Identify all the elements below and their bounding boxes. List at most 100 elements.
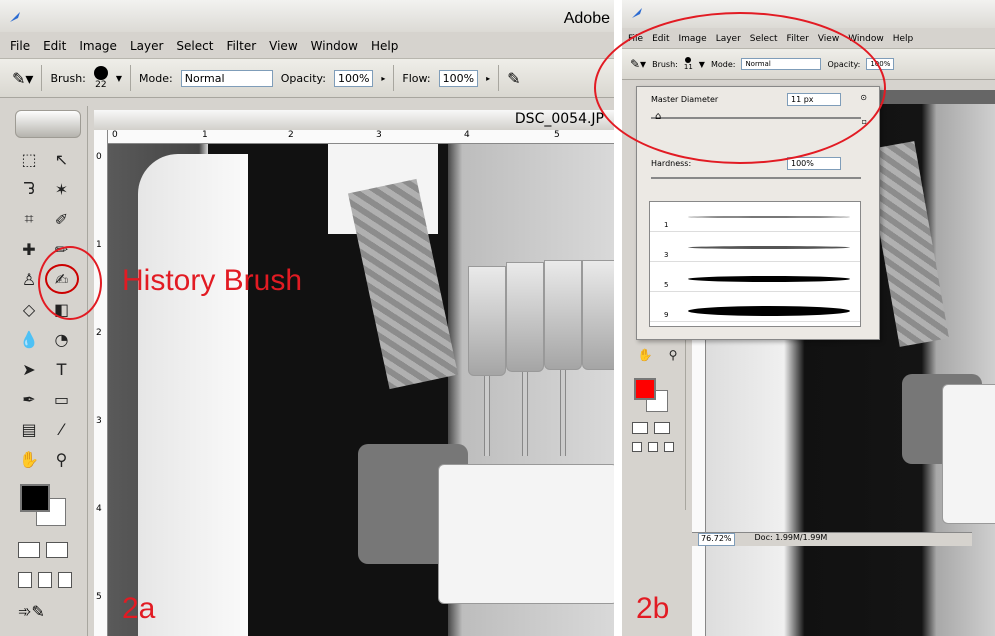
zoom-icon[interactable]: ⚲ xyxy=(660,344,686,366)
flow-label: Flow: xyxy=(402,71,431,85)
chevron-down-icon[interactable]: ▼ xyxy=(116,74,122,83)
menu-select[interactable]: Select xyxy=(176,39,213,53)
opacity-field[interactable]: 100% xyxy=(333,69,374,87)
flow-field[interactable]: 100% xyxy=(438,69,479,87)
hardness-slider[interactable] xyxy=(651,177,861,179)
foreground-color[interactable] xyxy=(20,484,50,512)
move-icon[interactable]: ↖ xyxy=(49,148,75,170)
tool-preset-icon[interactable]: ✎▾ xyxy=(12,69,33,88)
options-bar: ✎▾ Brush: 22 ▼ Mode: Normal Opacity: 100… xyxy=(0,58,614,98)
toolbox: ▤ ⁄ ✋ ⚲ xyxy=(628,310,686,510)
hardness-field[interactable]: 100% xyxy=(787,157,841,170)
annotation-circle xyxy=(38,246,102,320)
napkin-shape xyxy=(438,464,614,604)
app-title: Adobe xyxy=(563,10,610,27)
glass-shape xyxy=(544,260,582,370)
brush-size: 22 xyxy=(95,80,107,90)
opacity-label: Opacity: xyxy=(280,71,326,85)
brush-picker[interactable]: 22 xyxy=(93,66,108,90)
ruler-tick: 5 xyxy=(96,592,102,602)
eraser-icon[interactable]: ◇ xyxy=(16,298,42,320)
glass-stem xyxy=(484,376,490,456)
feather-logo[interactable] xyxy=(14,110,81,138)
mode-buttons xyxy=(8,528,87,558)
slice-icon[interactable]: ✐ xyxy=(49,208,75,230)
screenshot-2a: Adobe File Edit Image Layer Select Filte… xyxy=(0,0,614,636)
screen-mode-3-button[interactable] xyxy=(664,442,674,452)
stroke-size: 1 xyxy=(664,221,669,229)
menu-image[interactable]: Image xyxy=(79,39,117,53)
sleeve-shape xyxy=(138,154,248,636)
crop-icon[interactable]: ⌗ xyxy=(16,208,42,230)
document-title-bar: DSC_0054.JP xyxy=(94,110,614,130)
stroke-preview xyxy=(688,306,850,316)
stroke-size: 5 xyxy=(664,281,669,289)
path-select-icon[interactable]: ➤ xyxy=(16,358,42,380)
screen-mode-buttons xyxy=(8,558,87,588)
standard-mode-button[interactable] xyxy=(632,422,648,434)
eyedropper-icon[interactable]: ⁄ xyxy=(49,418,75,440)
zoom-field[interactable]: 76.72% xyxy=(698,533,735,546)
stroke-preview xyxy=(688,246,850,249)
zoom-icon[interactable]: ⚲ xyxy=(49,448,75,470)
foreground-color[interactable] xyxy=(634,378,656,400)
menu-help[interactable]: Help xyxy=(371,39,398,53)
list-item[interactable]: 5 xyxy=(650,262,860,292)
dodge-icon[interactable]: ◔ xyxy=(49,328,75,350)
stroke-preview xyxy=(688,276,850,282)
marquee-icon[interactable]: ⬚ xyxy=(16,148,42,170)
menu-file[interactable]: File xyxy=(10,39,30,53)
opacity-arrow-icon[interactable]: ▸ xyxy=(381,74,385,83)
type-icon[interactable]: T xyxy=(49,358,75,380)
healing-icon[interactable]: ✚ xyxy=(16,238,42,260)
shape-icon[interactable]: ▭ xyxy=(49,388,75,410)
ruler-tick: 2 xyxy=(96,328,102,338)
hand-icon[interactable]: ✋ xyxy=(16,448,42,470)
stroke-preview xyxy=(688,216,850,218)
list-item[interactable]: 3 xyxy=(650,232,860,262)
quick-mask-button[interactable] xyxy=(654,422,670,434)
screen-mode-1-button[interactable] xyxy=(632,442,642,452)
separator xyxy=(41,65,43,91)
hand-icon[interactable]: ✋ xyxy=(632,344,658,366)
ruler-tick: 1 xyxy=(202,130,208,140)
menu-edit[interactable]: Edit xyxy=(43,39,66,53)
magic-wand-icon[interactable]: ✶ xyxy=(49,178,75,200)
flow-arrow-icon[interactable]: ▸ xyxy=(486,74,490,83)
screen-mode-2-button[interactable] xyxy=(648,442,658,452)
list-item[interactable]: 1 xyxy=(650,202,860,232)
pen-icon[interactable]: ✒ xyxy=(16,388,42,410)
glass-shape xyxy=(582,260,614,370)
mode-buttons xyxy=(628,414,685,434)
color-swatches xyxy=(634,378,674,414)
menu-help[interactable]: Help xyxy=(893,34,914,44)
screen-mode-3-button[interactable] xyxy=(58,572,72,588)
ruler-tick: 4 xyxy=(464,130,470,140)
screen-mode-2-button[interactable] xyxy=(38,572,52,588)
menu-window[interactable]: Window xyxy=(311,39,358,53)
jump-to-imageready-icon[interactable]: ➾✎ xyxy=(18,602,45,621)
brush-stroke-list: 1 3 5 9 xyxy=(649,201,861,327)
brush-tip-icon xyxy=(93,66,108,80)
menu-filter[interactable]: Filter xyxy=(226,39,256,53)
title-bar: Adobe xyxy=(0,0,614,32)
screen-mode-1-button[interactable] xyxy=(18,572,32,588)
brush-label: Brush: xyxy=(50,71,86,85)
ruler-tick: 4 xyxy=(96,504,102,514)
mode-select[interactable]: Normal xyxy=(180,69,273,87)
separator xyxy=(393,65,395,91)
standard-mode-button[interactable] xyxy=(18,542,40,558)
airbrush-icon[interactable]: ✎ xyxy=(507,69,520,88)
ruler-tick: 0 xyxy=(96,152,102,162)
quick-mask-button[interactable] xyxy=(46,542,68,558)
lasso-icon[interactable]: ᘊ xyxy=(16,178,42,200)
notes-icon[interactable]: ▤ xyxy=(16,418,42,440)
blur-icon[interactable]: 💧 xyxy=(16,328,42,350)
glass-shape xyxy=(468,266,506,376)
color-swatches xyxy=(20,484,70,528)
menu-view[interactable]: View xyxy=(269,39,297,53)
list-item[interactable]: 9 xyxy=(650,292,860,322)
jump-buttons: ➾✎ xyxy=(8,588,87,621)
menu-layer[interactable]: Layer xyxy=(130,39,163,53)
annotation-circle xyxy=(594,12,886,164)
